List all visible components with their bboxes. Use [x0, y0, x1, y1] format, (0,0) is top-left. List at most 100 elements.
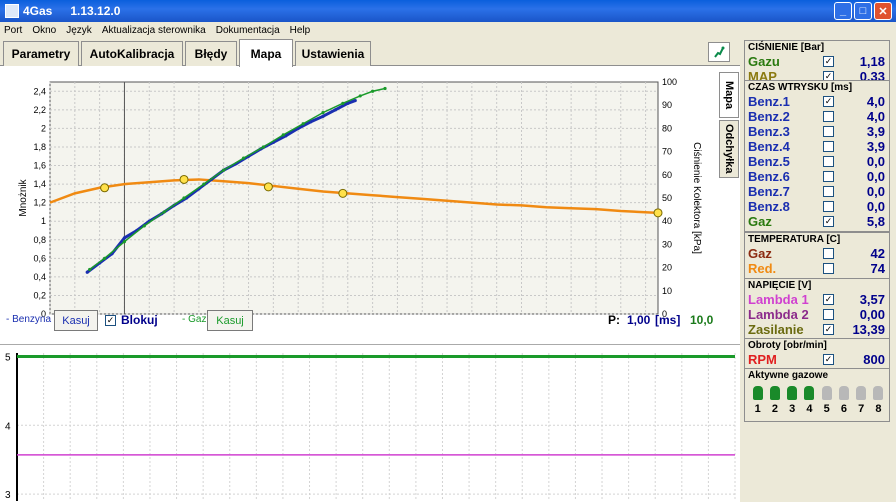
injector-number: 6 [840, 403, 847, 415]
app-icon [5, 4, 19, 18]
menu-dokumentacja[interactable]: Dokumentacja [216, 25, 280, 36]
y2-tick: 40 [662, 216, 672, 226]
tab-ustawienia[interactable]: Ustawienia [295, 41, 371, 66]
row-value: 4,0 [866, 94, 885, 109]
injector-icon [787, 386, 798, 400]
gaz-point [261, 145, 266, 149]
injector-indicator: 2 [768, 386, 781, 415]
chart-controls: - Benzyna Kasuj ✓ Blokuj - Gaz Kasuj P: … [0, 308, 720, 333]
minimize-button[interactable]: _ [834, 2, 852, 20]
title-bar: 4Gas 1.13.12.0 _ □ ✕ [0, 0, 896, 22]
row-checkbox[interactable]: ✓ [823, 96, 834, 107]
tab-bledy[interactable]: Błędy [185, 41, 237, 66]
injector-icon [752, 386, 763, 400]
menu-okno[interactable]: Okno [32, 25, 56, 36]
row-label: Benz.5 [748, 154, 790, 169]
y2-tick: 30 [662, 239, 672, 249]
side-tab-odchylka[interactable]: Odchyłka [719, 120, 739, 178]
injector-icon [856, 386, 867, 400]
row-label: Benz.1 [748, 94, 790, 109]
row-checkbox[interactable] [823, 248, 834, 259]
menu-jezyk[interactable]: Język [66, 25, 92, 36]
app-title: 4Gas [23, 4, 53, 18]
row-value: 3,57 [859, 292, 885, 307]
y-tick: 1,2 [33, 198, 46, 208]
injector-number: 5 [823, 403, 830, 415]
row-checkbox[interactable] [823, 263, 834, 274]
plot-area [49, 81, 659, 315]
close-button[interactable]: ✕ [874, 2, 892, 20]
pressure-marker[interactable] [338, 188, 348, 198]
row-checkbox[interactable] [823, 141, 834, 152]
map-tool-icon[interactable] [708, 42, 730, 62]
row-checkbox[interactable]: ✓ [823, 324, 834, 335]
row-value: 0,0 [866, 169, 885, 184]
benzyna-point [333, 108, 337, 112]
row-checkbox[interactable] [823, 201, 834, 212]
tab-autokalibracja[interactable]: AutoKalibracja [81, 41, 183, 66]
tab-parametry[interactable]: Parametry [3, 41, 79, 66]
gaz-label: - Gaz [182, 314, 207, 325]
maximize-button[interactable]: □ [854, 2, 872, 20]
row-checkbox[interactable] [823, 156, 834, 167]
blokuj-checkbox[interactable]: ✓ [105, 315, 116, 326]
row-checkbox[interactable]: ✓ [823, 354, 834, 365]
row-value: 74 [870, 261, 885, 276]
tab-mapa[interactable]: Mapa [239, 39, 293, 67]
kasuj-benzyna-button[interactable]: Kasuj [54, 310, 98, 331]
row-checkbox[interactable] [823, 186, 834, 197]
row-value: 0,0 [866, 199, 885, 214]
gaz-point [321, 111, 325, 115]
row-label: Benz.7 [748, 184, 790, 199]
pressure-marker[interactable] [100, 183, 110, 193]
y-tick: 0,8 [33, 235, 46, 245]
row-checkbox[interactable]: ✓ [823, 216, 834, 227]
side-tab-mapa[interactable]: Mapa [719, 72, 739, 118]
menu-aktualizacja[interactable]: Aktualizacja sterownika [102, 25, 206, 36]
menu-help[interactable]: Help [290, 25, 311, 36]
row-label: Lambda 2 [748, 307, 809, 322]
row-label: Lambda 1 [748, 292, 809, 307]
injector-number: 3 [789, 403, 796, 415]
row-label: Gaz [748, 246, 772, 261]
p-value2: 10,0 [690, 313, 714, 327]
group-title: TEMPERATURA [C] [748, 234, 841, 245]
panel-row: Zasilanie ✓ 13,39 [745, 322, 889, 337]
y2-tick: 20 [662, 263, 672, 273]
y2-tick: 70 [662, 147, 672, 157]
row-label: Zasilanie [748, 322, 804, 337]
row-checkbox[interactable]: ✓ [823, 56, 834, 67]
y2-tick: 100 [662, 78, 677, 87]
row-checkbox[interactable] [823, 126, 834, 137]
menu-port[interactable]: Port [4, 25, 22, 36]
injector-icon [821, 386, 832, 400]
group-napiecie: NAPIĘCIE [V] Lambda 1 ✓ 3,57 Lambda 2 0,00 Zas… [744, 278, 890, 340]
row-checkbox[interactable] [823, 171, 834, 182]
panel-row: Red. 74 [745, 261, 889, 276]
injector-number: 8 [875, 403, 882, 415]
panel-row: Benz.4 3,9 [745, 139, 889, 154]
y2-tick: 90 [662, 100, 672, 110]
y-tick: 2,2 [33, 105, 46, 115]
p-value: 1,00 [627, 313, 651, 327]
panel-row: Benz.7 0,0 [745, 184, 889, 199]
row-checkbox[interactable] [823, 111, 834, 122]
y-tick: 2 [41, 123, 46, 133]
y-tick: 2,4 [33, 86, 46, 96]
gaz-point [301, 122, 305, 126]
panel-row: RPM ✓ 800 [745, 352, 889, 367]
pressure-marker[interactable] [263, 182, 273, 192]
row-label: RPM [748, 352, 777, 367]
panel-row: Benz.5 0,0 [745, 154, 889, 169]
y-tick: 1,6 [33, 161, 46, 171]
group-czas: CZAS WTRYSKU [ms] Benz.1 ✓ 4,0 Benz.2 4,0 Benz… [744, 80, 890, 232]
kasuj-gaz-button[interactable]: Kasuj [207, 310, 253, 331]
row-checkbox[interactable] [823, 309, 834, 320]
row-label: Benz.6 [748, 169, 790, 184]
pressure-marker[interactable] [653, 208, 663, 218]
injector-number: 4 [806, 403, 813, 415]
benzyna-point [122, 236, 127, 240]
row-checkbox[interactable]: ✓ [823, 294, 834, 305]
row-value: 3,9 [866, 124, 885, 139]
pressure-marker[interactable] [179, 174, 189, 184]
